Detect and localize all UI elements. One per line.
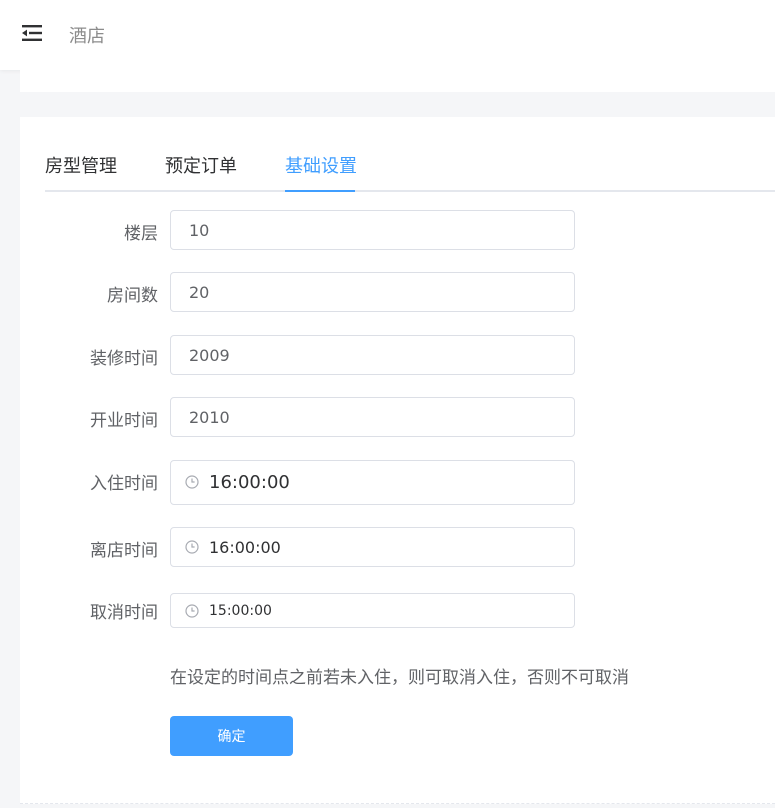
clock-icon (185, 604, 199, 618)
active-tab-indicator (285, 190, 355, 192)
checkin-time-input[interactable] (170, 460, 575, 505)
floor-input[interactable] (170, 210, 575, 250)
settings-card: 房型管理 预定订单 基础设置 楼层 房间数 装修时间 开业时间 入住时间 离店时… (20, 117, 775, 804)
page-title: 酒店 (69, 26, 105, 47)
tab-bar: 房型管理 预定订单 基础设置 (45, 155, 775, 192)
clock-icon (185, 540, 199, 554)
tab-bookings[interactable]: 预定订单 (165, 155, 237, 192)
top-bar: 酒店 (0, 0, 775, 70)
clock-icon (185, 475, 199, 489)
breadcrumb-strip (20, 70, 775, 92)
checkin-label: 入住时间 (90, 474, 158, 494)
opening-label: 开业时间 (90, 411, 158, 431)
cancel-label: 取消时间 (90, 603, 158, 623)
cancel-time-input[interactable] (170, 593, 575, 628)
checkout-time-input[interactable] (170, 527, 575, 567)
confirm-button[interactable]: 确定 (170, 716, 293, 756)
renovation-label: 装修时间 (90, 349, 158, 369)
checkout-label: 离店时间 (90, 541, 158, 561)
cancel-policy-hint: 在设定的时间点之前若未入住，则可取消入住，否则不可取消 (170, 668, 629, 688)
rooms-input[interactable] (170, 272, 575, 312)
opening-input[interactable] (170, 397, 575, 437)
menu-fold-icon[interactable] (22, 24, 42, 42)
rooms-label: 房间数 (107, 286, 158, 306)
tab-basic-settings[interactable]: 基础设置 (285, 155, 357, 192)
floor-label: 楼层 (124, 224, 158, 244)
tab-room-types[interactable]: 房型管理 (45, 155, 117, 192)
renovation-input[interactable] (170, 335, 575, 375)
